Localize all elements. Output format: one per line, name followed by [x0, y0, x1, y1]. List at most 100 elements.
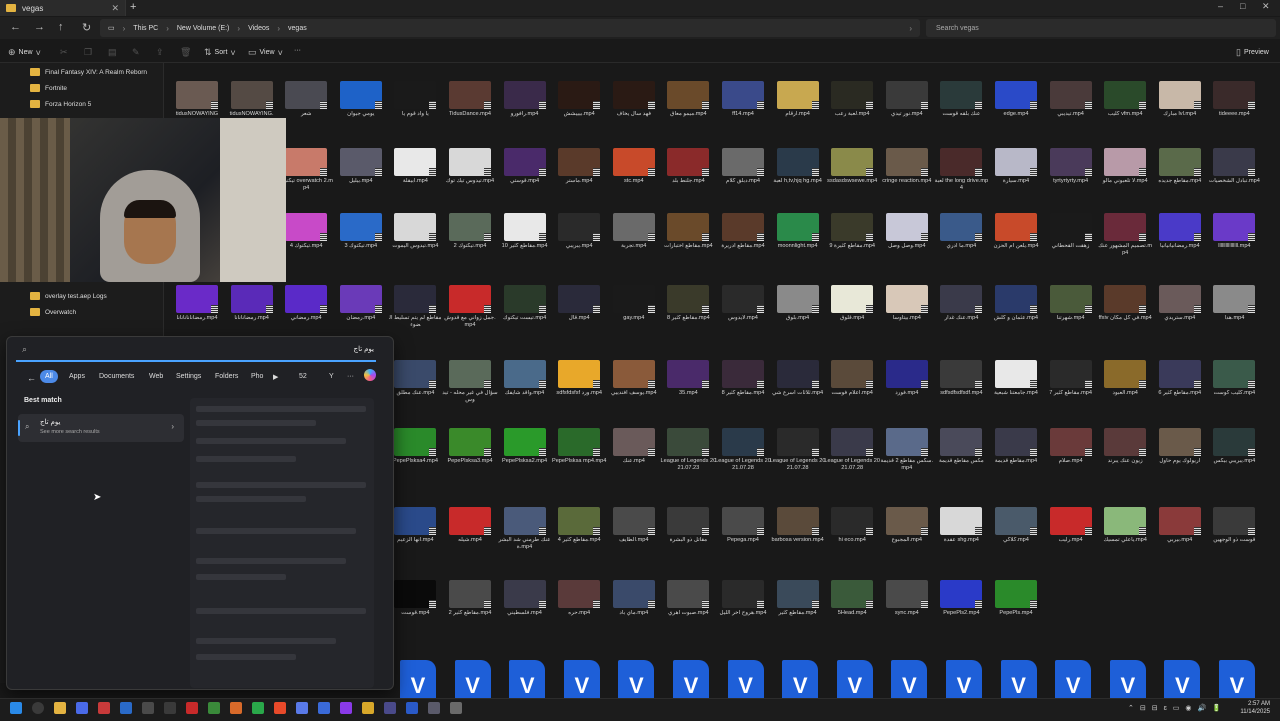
minimize-button[interactable]: –: [1218, 1, 1223, 11]
file-item[interactable]: League of Legends 2021.07.28: [770, 428, 826, 472]
delete-icon[interactable]: 🗑: [180, 47, 191, 58]
file-item[interactable]: رمضان.mp4: [333, 285, 389, 322]
refresh-icon[interactable]: ↻: [82, 21, 91, 34]
file-item[interactable]: صبوت اهري.mp4: [660, 580, 716, 617]
file-item[interactable]: قوستي.mp4: [497, 148, 553, 185]
breadcrumb-item[interactable]: vegas: [288, 25, 307, 32]
search-input[interactable]: Search vegas: [926, 19, 1276, 37]
file-item[interactable]: هدا.mp4: [1206, 285, 1262, 322]
nav-item-final-fantasy[interactable]: Final Fantasy XIV: A Realm Reborn: [30, 68, 147, 76]
breadcrumb-item[interactable]: Videos: [248, 25, 269, 32]
file-item[interactable]: stc.mp4: [606, 148, 662, 185]
preview-pane-button[interactable]: ▯ Preview: [1236, 47, 1269, 58]
file-item[interactable]: sync.mp4: [879, 580, 935, 617]
file-item[interactable]: يلعن ام الحزن.mp4: [988, 213, 1044, 250]
file-item[interactable]: tyrtyrtyrty.mp4: [1043, 148, 1099, 185]
file-item[interactable]: مقاطع ادريرة.mp4: [715, 213, 771, 250]
app-icon[interactable]: [362, 702, 374, 714]
app-icon[interactable]: [318, 702, 330, 714]
file-item[interactable]: لعبة the long drive.mp4: [933, 148, 989, 192]
file-item[interactable]: فلسطيني.mp4: [497, 580, 553, 617]
file-item[interactable]: لعبة h,tv,hjq hg.mp4: [770, 148, 826, 185]
file-item[interactable]: tideeee.mp4: [1206, 81, 1262, 118]
clock[interactable]: 2:57 AM 11/14/2025: [1240, 700, 1270, 716]
back-icon[interactable]: ←: [10, 21, 21, 33]
file-item[interactable]: ياعلي تمسيك.mp4: [1097, 507, 1153, 544]
filter-documents[interactable]: Documents: [94, 370, 139, 383]
file-item[interactable]: عنك.mp4: [606, 428, 662, 465]
filter-apps[interactable]: Apps: [64, 370, 90, 383]
forward-icon[interactable]: →: [34, 21, 45, 33]
close-tab-icon[interactable]: ✕: [111, 3, 119, 14]
file-item[interactable]: مقاطع اختبارات.mp4: [660, 213, 716, 250]
file-item[interactable]: مقاطع كثير 2.mp4: [442, 580, 498, 617]
file-item[interactable]: tidusNOWAYING: [169, 81, 225, 118]
nav-item-overwatch[interactable]: Overwatch: [30, 308, 76, 316]
file-item[interactable]: moonnlight.mp4: [770, 213, 826, 250]
filter-all[interactable]: All: [40, 370, 58, 383]
sort-button[interactable]: ⇅ Sort ˅: [204, 47, 236, 58]
file-item[interactable]: عثمان و كلش.mp4: [988, 285, 1044, 322]
file-item[interactable]: مقاطع جديده.mp4: [1152, 148, 1208, 185]
file-item[interactable]: جمل زواني مع قدوش.mp4: [442, 285, 498, 329]
app-icon[interactable]: [406, 702, 418, 714]
file-item[interactable]: مقاطع قديمة.mp4: [988, 428, 1044, 465]
nav-item-overlay-logs[interactable]: overlay test.aep Logs: [30, 292, 107, 300]
file-item[interactable]: الطايف.mp4: [606, 507, 662, 544]
file-item[interactable]: عنك بلقه قوست: [933, 81, 989, 118]
file-item[interactable]: تيكتوك overwatch 2.mp4: [278, 148, 334, 192]
file-item[interactable]: وصل وصل.mp4: [879, 213, 935, 250]
chevron-right-icon[interactable]: ›: [909, 24, 912, 33]
chevron-right-icon[interactable]: ›: [171, 422, 174, 431]
file-item[interactable]: دبلق كلام.mp4: [715, 148, 771, 185]
file-item[interactable]: يبريبي.mp4: [551, 213, 607, 250]
file-item[interactable]: المجبوع.mp4: [879, 507, 935, 544]
file-item[interactable]: PepePlsksa3.mp4: [442, 428, 498, 465]
chrome-icon[interactable]: [252, 702, 264, 714]
file-item[interactable]: PepePls.mp4: [988, 580, 1044, 617]
file-item[interactable]: كلاكي.mp4: [988, 507, 1044, 544]
file-item[interactable]: ارقام.mp4: [770, 81, 826, 118]
file-item[interactable]: قوست.mp4: [387, 580, 443, 617]
file-item[interactable]: llllllllllllllll.mp4: [1206, 213, 1262, 250]
file-item[interactable]: عنك طرمني شد البشرة.mp4: [497, 507, 553, 551]
file-item[interactable]: Pepega.mp4: [715, 507, 771, 544]
paste-icon[interactable]: ▤: [108, 47, 117, 58]
view-button[interactable]: ▭ View ˅: [248, 47, 283, 58]
file-item[interactable]: مقاطع كثير 7.mp4: [1043, 360, 1099, 397]
filter-folders[interactable]: Folders: [210, 370, 243, 383]
file-item[interactable]: لعبة رعب.mp4: [824, 81, 880, 118]
file-item[interactable]: بيييشش.mp4: [551, 81, 607, 118]
file-item[interactable]: قلوق.mp4: [824, 285, 880, 322]
file-item[interactable]: barbosa version.mp4: [770, 507, 826, 544]
breadcrumb-item[interactable]: This PC: [133, 25, 158, 32]
file-item[interactable]: ffxiv في كل مكان.mp4: [1097, 285, 1153, 322]
app-icon[interactable]: [208, 702, 220, 714]
file-item[interactable]: صلام.mp4: [1043, 428, 1099, 465]
file-item[interactable]: رمضانانانانانا.mp4: [169, 285, 225, 322]
file-item[interactable]: يبريبي بيكس.mp4: [1206, 428, 1262, 465]
file-item[interactable]: سؤال في غير محله - تيدوس: [442, 360, 498, 404]
file-item[interactable]: زيون عنك يبرند: [1097, 428, 1153, 465]
file-item[interactable]: 35.mp4: [660, 360, 716, 397]
nav-item-forza[interactable]: Forza Horizon 5: [30, 100, 91, 108]
file-item[interactable]: مبارك lvl.mp4: [1152, 81, 1208, 118]
file-item[interactable]: cringe reaction.mp4: [879, 148, 935, 185]
file-item[interactable]: اريولوك يوم حاول: [1152, 428, 1208, 465]
file-item[interactable]: tidusNOWAYING.: [224, 81, 280, 118]
file-item[interactable]: ميمو معاق.mp4: [660, 81, 716, 118]
app-icon[interactable]: [164, 702, 176, 714]
file-item[interactable]: جلنط بلد.mp4: [660, 148, 716, 185]
file-item[interactable]: edge.mp4: [988, 81, 1044, 118]
file-item[interactable]: لايدوس.mp4: [715, 285, 771, 322]
file-item[interactable]: بيربي.mp4: [1152, 507, 1208, 544]
tab-vegas[interactable]: vegas ✕: [0, 0, 126, 16]
rename-icon[interactable]: ✎: [132, 47, 140, 58]
file-item[interactable]: كليب كوست.mp4: [1206, 360, 1262, 397]
file-item[interactable]: ssdasdswsewe.mp4: [824, 148, 880, 185]
file-item[interactable]: بيتاوسا.mp4: [879, 285, 935, 322]
file-item[interactable]: تيكتوك 4.mp4: [278, 213, 334, 250]
file-item[interactable]: PepePlsksa4.mp4: [387, 428, 443, 465]
app-icon[interactable]: [296, 702, 308, 714]
file-item[interactable]: سكس مقاطع 2 قديمة.mp4: [879, 428, 935, 472]
